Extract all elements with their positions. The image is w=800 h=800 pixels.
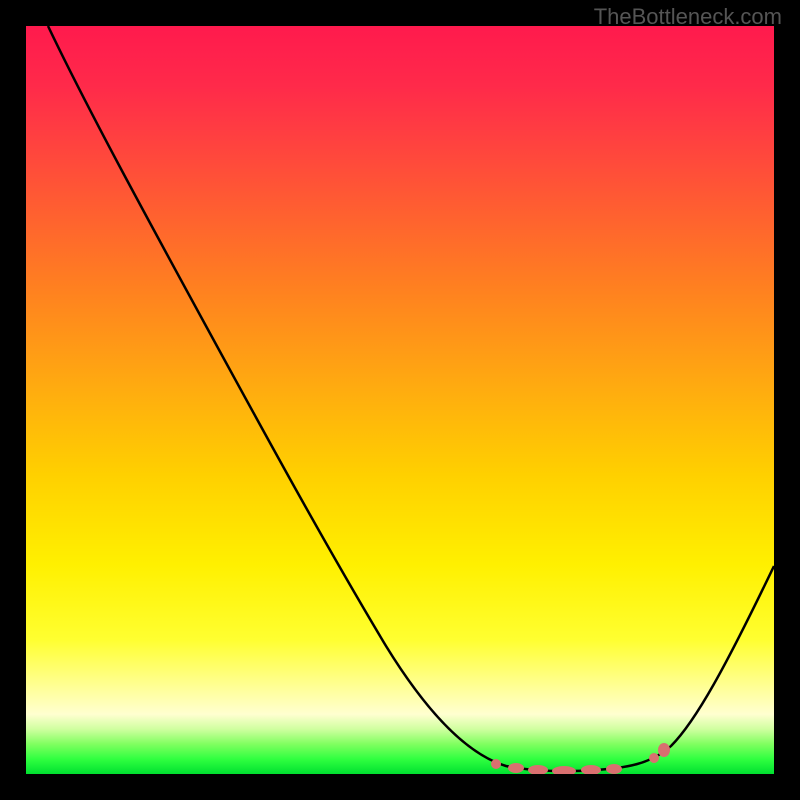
flat-region-markers	[491, 743, 670, 774]
bottleneck-chart	[26, 26, 774, 774]
watermark-text: TheBottleneck.com	[594, 4, 782, 30]
curve-path	[48, 26, 774, 771]
